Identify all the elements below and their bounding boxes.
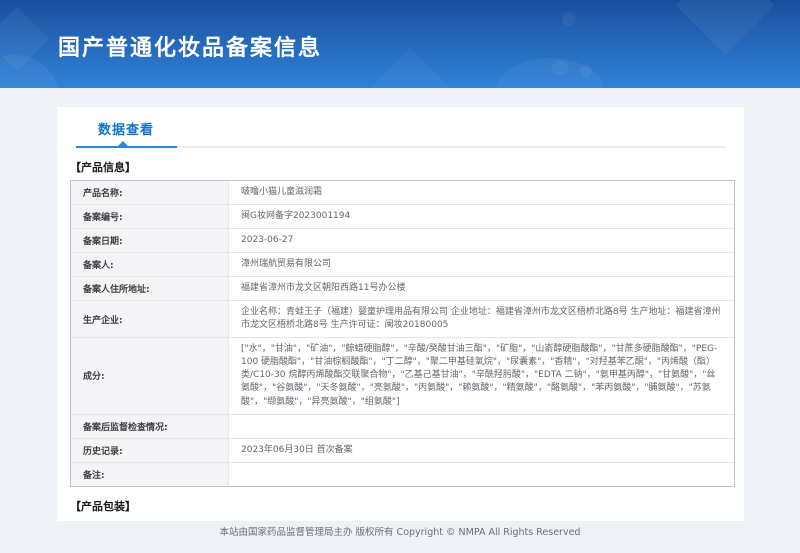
row-label: 历史记录: [71, 439, 229, 462]
content-card: 数据查看 【产品信息】 产品名称: 啵噜小猫儿童滋润霜 备案编号: 闽G妆网备字… [57, 107, 744, 521]
banner-decoration [0, 55, 60, 88]
table-row: 备案人: 漳州瑞航贸易有限公司 [71, 252, 734, 276]
page-title: 国产普通化妆品备案信息 [58, 30, 322, 62]
row-value: 福建省漳州市龙文区朝阳西路11号办公楼 [229, 277, 734, 300]
row-value: 企业名称：青蛙王子（福建）婴童护理用品有限公司 企业地址：福建省漳州市龙文区梧桥… [229, 301, 734, 337]
banner-decoration [676, 0, 775, 54]
table-row: 成分: ["水"，"甘油"，"矿油"，"鲸蜡硬脂醇"，"辛酸/癸酸甘油三酯"，"… [71, 337, 734, 413]
row-label: 备案后监督检查情况: [71, 415, 229, 438]
footer-copyright: 本站由国家药品监督管理局主办 版权所有 Copyright © NMPA All… [0, 524, 800, 538]
tab-underline [76, 146, 726, 148]
table-row: 备案编号: 闽G妆网备字2023001194 [71, 204, 734, 228]
tab-active-underline [76, 146, 177, 148]
section-product-info: 【产品信息】 [70, 159, 744, 175]
row-label: 备注: [71, 463, 229, 486]
row-value [229, 415, 734, 438]
tab-active-marker [118, 141, 128, 146]
table-row: 生产企业: 企业名称：青蛙王子（福建）婴童护理用品有限公司 企业地址：福建省漳州… [71, 300, 734, 337]
row-label: 备案编号: [71, 205, 229, 228]
table-row: 备案后监督检查情况: [71, 414, 734, 438]
row-value: 2023-06-27 [229, 229, 734, 252]
page-banner: 国产普通化妆品备案信息 [0, 0, 800, 88]
table-row: 产品名称: 啵噜小猫儿童滋润霜 [71, 181, 734, 204]
row-label: 产品名称: [71, 181, 229, 204]
row-label: 备案日期: [71, 229, 229, 252]
banner-decoration [562, 12, 576, 26]
row-value: 闽G妆网备字2023001194 [229, 205, 734, 228]
banner-decoration [580, 65, 592, 77]
banner-decoration [368, 48, 453, 88]
banner-decoration [552, 60, 568, 76]
table-row: 备注: [71, 462, 734, 486]
section-packaging: 【产品包装】 [70, 498, 744, 514]
table-row: 备案人住所地址: 福建省漳州市龙文区朝阳西路11号办公楼 [71, 276, 734, 300]
row-value: 漳州瑞航贸易有限公司 [229, 253, 734, 276]
table-row: 备案日期: 2023-06-27 [71, 228, 734, 252]
row-label: 备案人: [71, 253, 229, 276]
row-label: 成分: [71, 338, 229, 413]
tab-data-view[interactable]: 数据查看 [98, 119, 154, 138]
table-row: 历史记录: 2023年06月30日 首次备案 [71, 438, 734, 462]
row-value: 2023年06月30日 首次备案 [229, 439, 734, 462]
row-value [229, 463, 734, 486]
product-info-table: 产品名称: 啵噜小猫儿童滋润霜 备案编号: 闽G妆网备字2023001194 备… [70, 180, 735, 487]
row-label: 生产企业: [71, 301, 229, 337]
row-value: ["水"，"甘油"，"矿油"，"鲸蜡硬脂醇"，"辛酸/癸酸甘油三酯"，"矿脂"，… [229, 338, 734, 413]
row-label: 备案人住所地址: [71, 277, 229, 300]
row-value: 啵噜小猫儿童滋润霜 [229, 181, 734, 204]
